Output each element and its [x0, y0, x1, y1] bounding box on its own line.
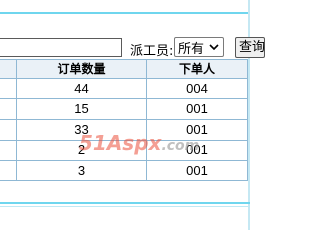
worker-label: 派工员:: [130, 44, 174, 59]
cell-order-count: 33: [74, 122, 89, 137]
filter-toolbar: 派工员: 所有 查询: [0, 37, 265, 59]
cell-orderer: 004: [186, 81, 208, 96]
keyword-input[interactable]: [0, 38, 122, 57]
cell-order-count: 44: [74, 81, 89, 96]
frame-bottom-border: [0, 202, 250, 204]
header-orderer[interactable]: 下单人: [147, 60, 247, 78]
chevron-down-icon: [208, 40, 220, 57]
worker-select-value: 所有: [178, 41, 205, 57]
cell-orderer: 001: [186, 163, 208, 178]
query-button[interactable]: 查询: [235, 37, 265, 58]
cell-order-count: 2: [77, 142, 86, 157]
column-divider: [247, 60, 248, 180]
cell-order-count: 15: [74, 101, 89, 116]
frame-top-border: [0, 12, 250, 14]
worker-select[interactable]: 所有: [174, 37, 224, 57]
cell-order-count: 3: [77, 163, 86, 178]
order-table: 订单数量 下单人 44 004 15 001 33 001 2 001 3 00…: [0, 59, 248, 181]
cell-orderer: 001: [186, 101, 208, 116]
header-order-count[interactable]: 订单数量: [17, 60, 146, 78]
cell-orderer: 001: [186, 142, 208, 157]
frame-right-border: [248, 0, 250, 230]
cell-orderer: 001: [186, 122, 208, 137]
frame-bottom-border-inner: [0, 206, 250, 207]
